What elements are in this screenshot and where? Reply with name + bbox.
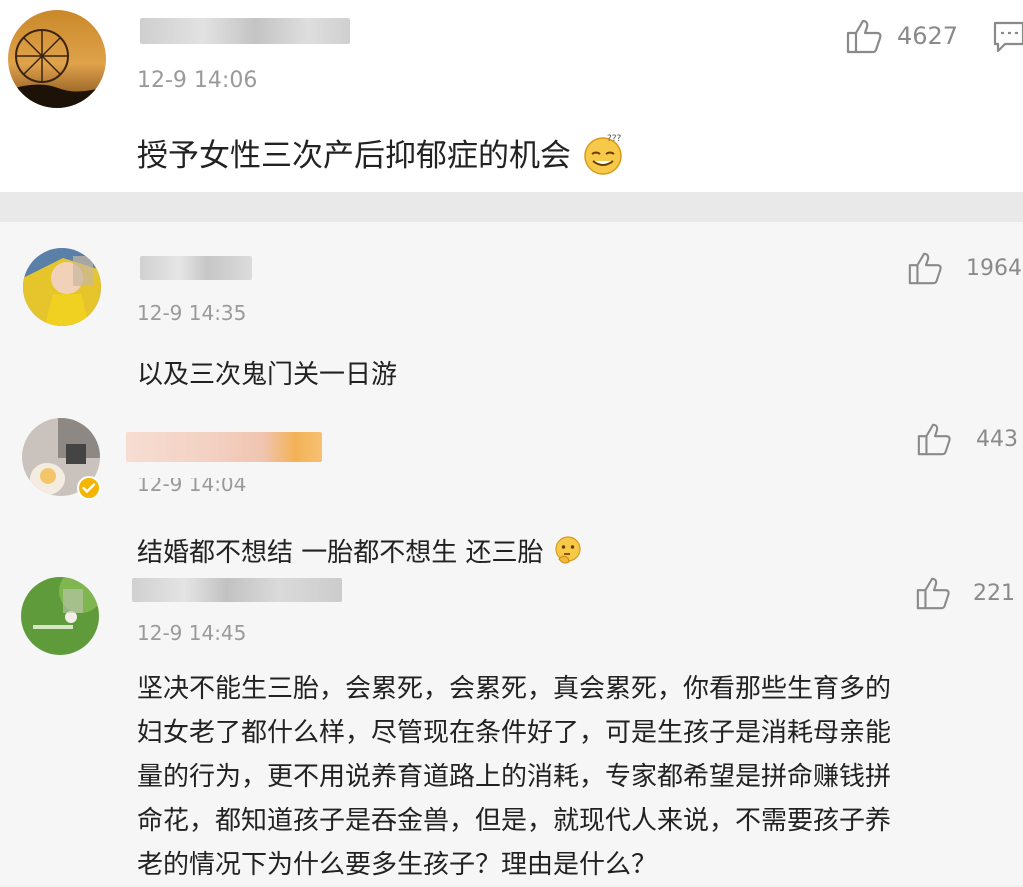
- thumbs-up-icon: [915, 575, 953, 611]
- section-divider: [0, 192, 1023, 222]
- reply-2-like-count: 443: [976, 426, 1018, 452]
- reply-3-text: 坚决不能生三胎，会累死，会累死，真会累死，你看那些生育多的 妇女老了都什么样，尽…: [137, 667, 1007, 887]
- thumbs-up-icon: [916, 421, 954, 457]
- reply-3-like-count: 221: [973, 580, 1015, 606]
- main-comment-time: 12-9 14:06: [137, 68, 258, 93]
- reply-1-text: 以及三次鬼门关一日游: [137, 360, 398, 390]
- main-comment-avatar[interactable]: [8, 10, 106, 108]
- reply-1-time: 12-9 14:35: [137, 301, 247, 325]
- reply-2-like-button[interactable]: 443: [916, 421, 1018, 457]
- reply-2-username-blurred[interactable]: [126, 432, 322, 462]
- thumbs-up-icon: [907, 250, 945, 286]
- main-comment-like-count: 4627: [897, 22, 959, 50]
- main-comment-text-content: 授予女性三次产后抑郁症的机会: [137, 138, 571, 174]
- comment-reply-icon[interactable]: [992, 20, 1023, 58]
- reply-2-text: 结婚都不想结 一胎都不想生 还三胎: [137, 532, 584, 573]
- reply-1-like-button[interactable]: 1964: [907, 250, 1022, 286]
- reply-3-time: 12-9 14:45: [137, 621, 247, 645]
- main-comment-username-blurred[interactable]: [140, 18, 350, 44]
- reply-3-text-line: 妇女老了都什么样，尽管现在条件好了，可是生孩子是消耗母亲能: [137, 718, 892, 748]
- reply-3-text-line: 老的情况下为什么要多生孩子？理由是什么？: [137, 850, 658, 880]
- thumbs-up-icon: [845, 18, 885, 54]
- main-comment-text: 授予女性三次产后抑郁症的机会 ???: [137, 130, 625, 184]
- reply-3-text-line: 命花，都知道孩子是吞金兽，但是，就现代人来说，不需要孩子养: [137, 806, 892, 836]
- svg-text:???: ???: [607, 134, 622, 144]
- reply-3-like-button[interactable]: 221: [915, 575, 1015, 611]
- reply-3-avatar[interactable]: [21, 577, 99, 655]
- reply-1-username-blurred[interactable]: [140, 256, 252, 280]
- reply-3-text-line: 量的行为，更不用说养育道路上的消耗，专家都希望是拼命赚钱拼: [137, 762, 892, 792]
- main-comment-like-button[interactable]: 4627: [845, 18, 958, 54]
- reply-3-text-line: 坚决不能生三胎，会累死，会累死，真会累死，你看那些生育多的: [137, 674, 892, 704]
- thinking-emoji-icon: [552, 534, 584, 573]
- reply-3-username-blurred[interactable]: [132, 578, 342, 602]
- reply-1-avatar[interactable]: [23, 248, 101, 326]
- reply-1-like-count: 1964: [966, 255, 1022, 281]
- reply-2-text-content: 结婚都不想结 一胎都不想生 还三胎: [137, 538, 544, 568]
- verified-badge-icon: [77, 476, 101, 504]
- reply-2-time: 12-9 14:04: [137, 478, 247, 494]
- dizzy-smile-emoji-icon: ???: [581, 132, 625, 184]
